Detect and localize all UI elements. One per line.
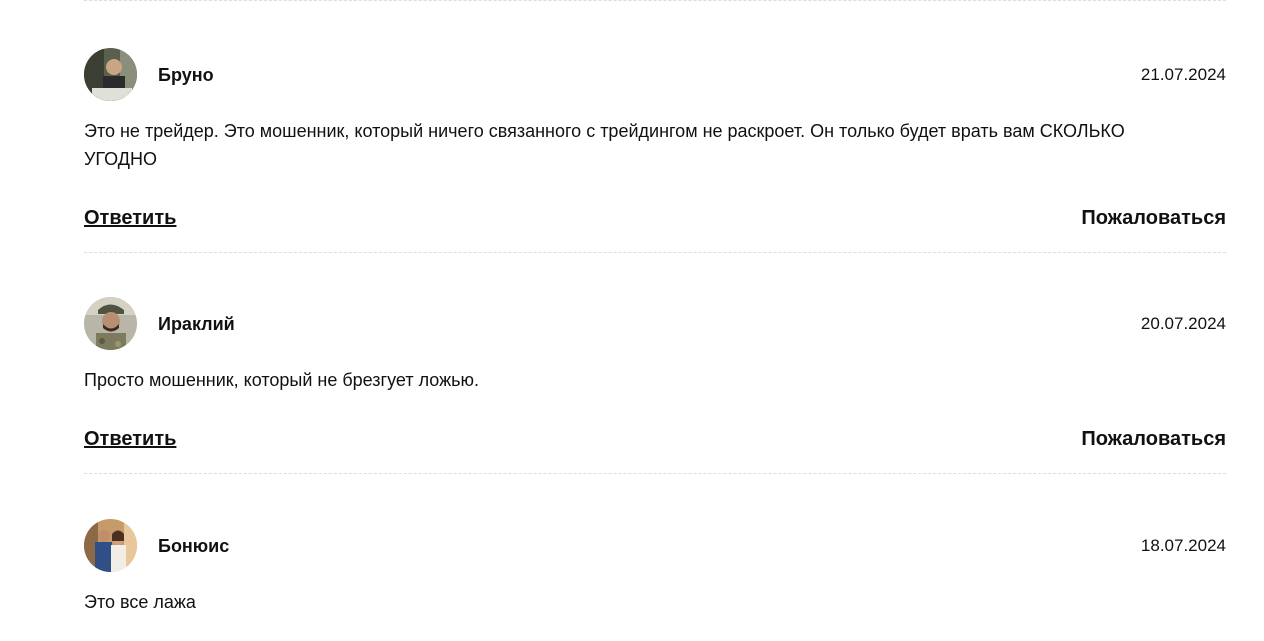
complain-button[interactable]: Пожаловаться xyxy=(1081,206,1226,230)
reply-button[interactable]: Ответить xyxy=(84,427,176,451)
comment-text: Это все лажа xyxy=(84,592,196,612)
comment-author: Бруно xyxy=(158,65,214,85)
comment-item: Бруно 21.07.2024 Это не трейдер. Это мош… xyxy=(84,48,1226,253)
comment-divider xyxy=(84,473,1226,474)
comment-text: Просто мошенник, который не брезгует лож… xyxy=(84,370,480,390)
comment-header: Бруно 21.07.2024 xyxy=(84,48,1226,101)
comment-date: 18.07.2024 xyxy=(1140,536,1226,555)
comment-actions: Ответить Пожаловаться xyxy=(84,427,1226,453)
comment-actions: Ответить Пожаловаться xyxy=(84,206,1226,232)
comment-divider xyxy=(84,0,1226,1)
comment-item: Ираклий 20.07.2024 Просто мошенник, кото… xyxy=(84,297,1226,474)
comment-text: Это не трейдер. Это мошенник, который ни… xyxy=(84,121,1125,169)
comment-author: Ираклий xyxy=(158,314,235,334)
comment-item: Бонюис 18.07.2024 Это все лажа xyxy=(84,519,1226,616)
reply-button[interactable]: Ответить xyxy=(84,206,176,230)
comment-author: Бонюис xyxy=(158,536,230,556)
comment-header: Ираклий 20.07.2024 xyxy=(84,297,1226,350)
comment-date: 20.07.2024 xyxy=(1140,314,1226,333)
comment-divider xyxy=(84,252,1226,253)
comment-date: 21.07.2024 xyxy=(1140,65,1226,84)
avatar xyxy=(84,519,137,572)
comment-header: Бонюис 18.07.2024 xyxy=(84,519,1226,572)
avatar xyxy=(84,48,137,101)
avatar xyxy=(84,297,137,350)
complain-button[interactable]: Пожаловаться xyxy=(1081,427,1226,451)
